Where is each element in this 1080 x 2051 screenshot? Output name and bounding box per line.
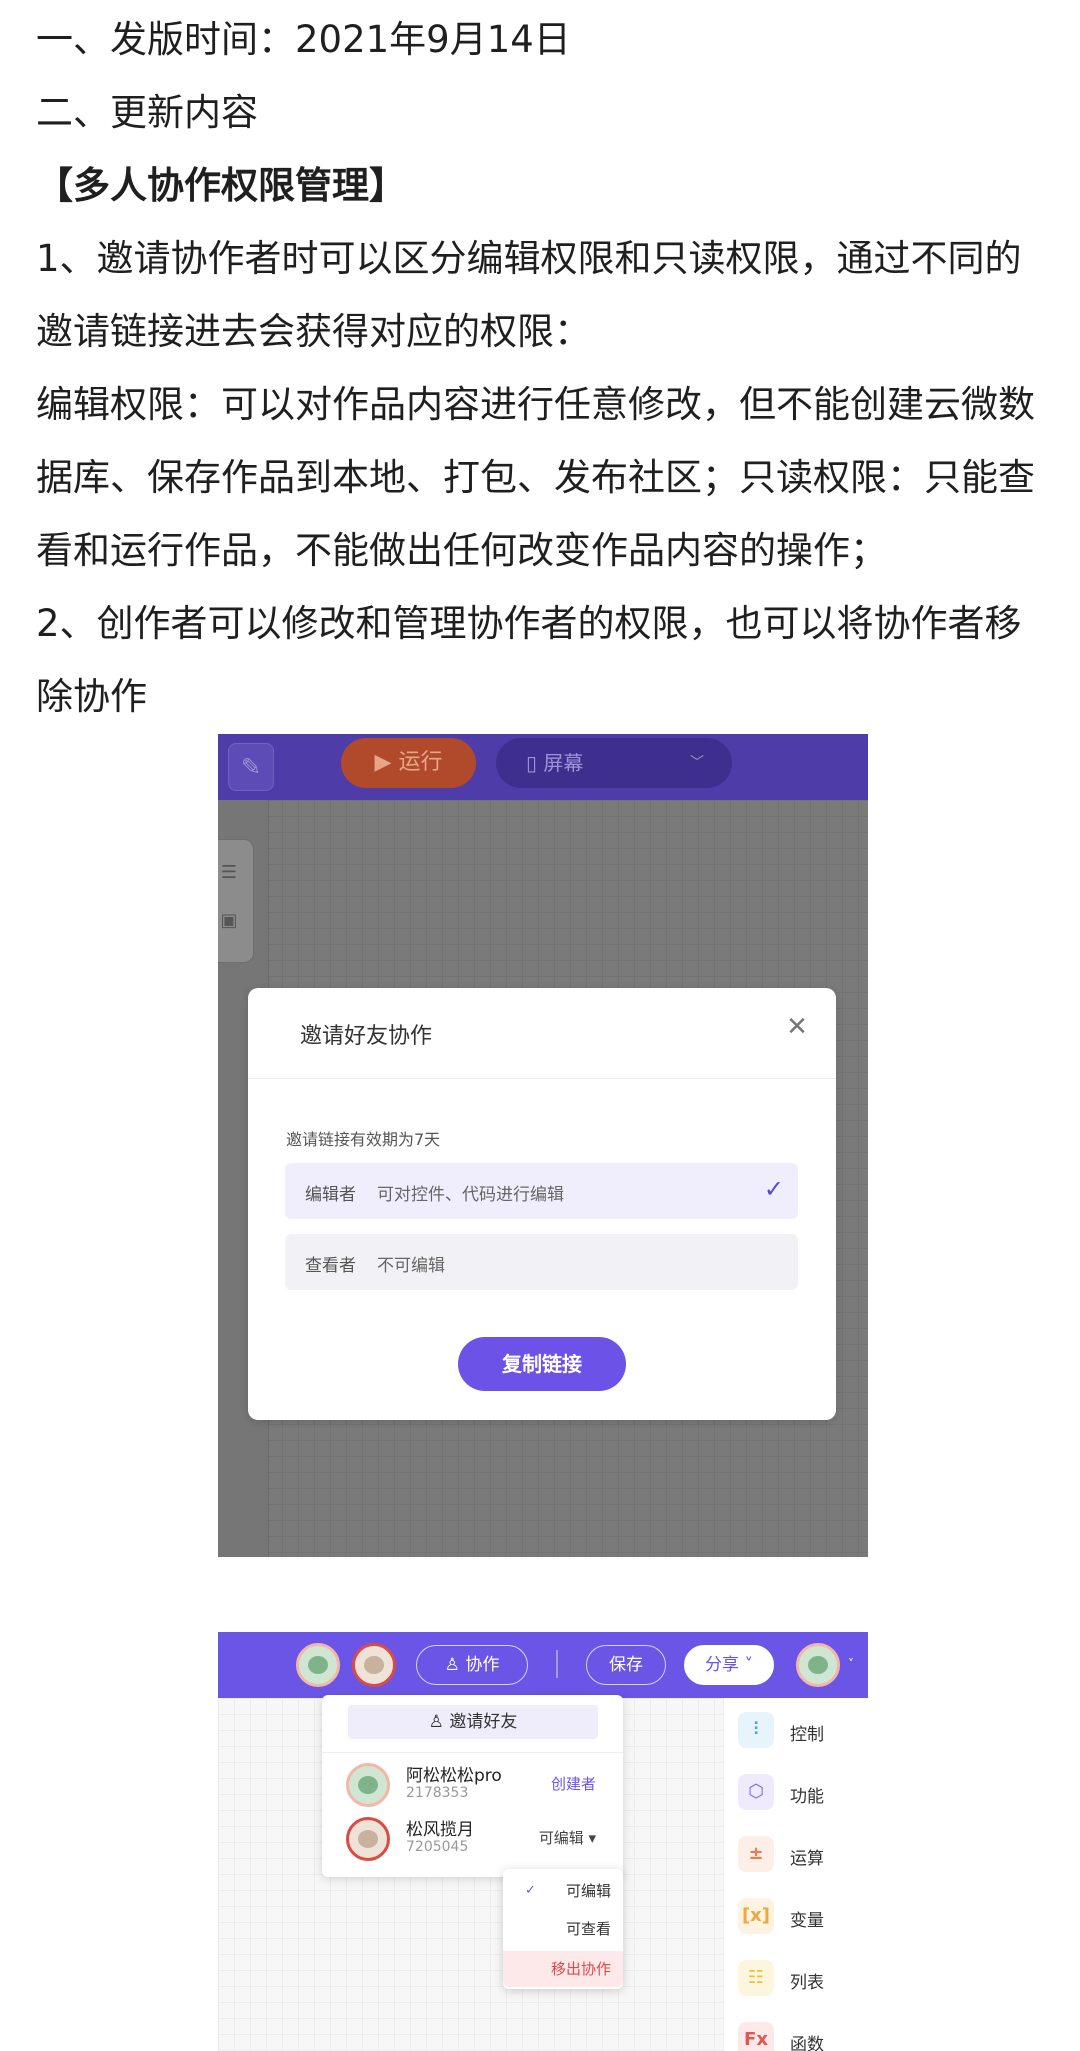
avatar-face-icon bbox=[808, 1656, 828, 1674]
sidebar-item-label: 功能 bbox=[790, 1787, 824, 1807]
chevron-down-icon: ˅ bbox=[739, 1655, 753, 1675]
block-category-sidebar: ⫶ 控制 ⬡ 功能 ± 运算 [x] 变量 ☷ 列表 Fx 函数 bbox=[723, 1698, 868, 2051]
menu-item-editable[interactable]: ✓ 可编辑 bbox=[503, 1873, 623, 1909]
avatar-face-icon bbox=[358, 1830, 378, 1848]
menu-item-remove[interactable]: 移出协作 bbox=[503, 1951, 623, 1987]
user-icon: ♙ bbox=[428, 1712, 450, 1732]
update-content-heading: 二、更新内容 bbox=[36, 91, 258, 134]
collaborate-label: 协作 bbox=[465, 1655, 500, 1675]
collaborator-dropdown: ♙ 邀请好友 阿松松松pro 2178353 创建者 松风揽月 7205045 … bbox=[322, 1695, 623, 1877]
option-key: 查看者 bbox=[305, 1256, 356, 1276]
list-item: 阿松松松pro 2178353 创建者 bbox=[346, 1761, 606, 1811]
edit-icon[interactable]: ✎ bbox=[228, 743, 274, 791]
run-button[interactable]: ▶ 运行 bbox=[341, 738, 476, 788]
sliders-icon: ⫶ bbox=[738, 1712, 774, 1748]
permission-menu: ✓ 可编辑 可查看 移出协作 bbox=[503, 1869, 623, 1989]
link-validity-note: 邀请链接有效期为7天 bbox=[286, 1130, 441, 1149]
calculator-icon: ± bbox=[738, 1836, 774, 1872]
divider bbox=[322, 1752, 623, 1753]
avatar bbox=[346, 1763, 390, 1807]
menu-item-label: 可编辑 bbox=[565, 1882, 611, 1900]
check-icon: ✓ bbox=[525, 1883, 536, 1898]
save-button[interactable]: 保存 bbox=[586, 1645, 666, 1685]
screenshot-invite-modal: ✎ ▶ 运行 ▯ 屏幕 ﹀ ☰ ▣ 邀请好友协作 ✕ 邀请链接有效期为7天 编辑… bbox=[218, 734, 868, 1557]
avatar-face-icon bbox=[364, 1656, 384, 1674]
option-key: 编辑者 bbox=[305, 1185, 356, 1205]
close-icon[interactable]: ✕ bbox=[784, 1014, 810, 1040]
option-editor[interactable]: 编辑者 可对控件、代码进行编辑 ✓ bbox=[285, 1163, 798, 1219]
hexagon-icon: ⬡ bbox=[738, 1774, 774, 1810]
menu-item-label: 移出协作 bbox=[550, 1960, 611, 1978]
avatar[interactable] bbox=[796, 1643, 840, 1687]
avatar[interactable] bbox=[296, 1643, 340, 1687]
tool-panel: ☰ ▣ bbox=[218, 839, 254, 963]
collaborate-button[interactable]: ♙ 协作 bbox=[416, 1645, 528, 1685]
check-icon: ✓ bbox=[763, 1175, 784, 1203]
member-id: 7205045 bbox=[406, 1839, 469, 1855]
sidebar-item-label: 变量 bbox=[790, 1911, 824, 1931]
copy-link-button[interactable]: 复制链接 bbox=[458, 1337, 626, 1391]
sidebar-item-label: 函数 bbox=[790, 2035, 824, 2051]
divider bbox=[556, 1650, 558, 1678]
list-icon: ☷ bbox=[738, 1960, 774, 1996]
member-id: 2178353 bbox=[406, 1785, 469, 1801]
screenshot-collaborator-menu: ♙ 协作 保存 分享 ˅ ˅ ⫶ 控制 ⬡ 功能 ± 运算 [x] 变量 ☷ 列… bbox=[218, 1632, 868, 2051]
feature-title: 【多人协作权限管理】 bbox=[36, 164, 406, 207]
share-label: 分享 bbox=[705, 1655, 740, 1675]
paragraph-invite-permissions: 1、邀请协作者时可以区分编辑权限和只读权限，通过不同的邀请链接进去会获得对应的权… bbox=[36, 237, 1022, 353]
variable-icon: [x] bbox=[738, 1898, 774, 1934]
box-icon[interactable]: ▣ bbox=[218, 910, 241, 934]
editor-toolbar: ♙ 协作 保存 分享 ˅ ˅ bbox=[218, 1632, 868, 1698]
invite-dialog: 邀请好友协作 ✕ 邀请链接有效期为7天 编辑者 可对控件、代码进行编辑 ✓ 查看… bbox=[248, 988, 836, 1420]
release-date: 一、发版时间：2021年9月14日 bbox=[36, 18, 571, 61]
paragraph-permission-details: 编辑权限：可以对作品内容进行任意修改，但不能创建云微数据库、保存作品到本地、打包… bbox=[36, 383, 1035, 572]
member-role-select[interactable]: 可编辑 ▾ bbox=[539, 1827, 596, 1848]
user-icon: ♙ bbox=[444, 1655, 466, 1675]
dialog-header: 邀请好友协作 ✕ bbox=[248, 988, 836, 1079]
sidebar-item-label: 列表 bbox=[790, 1973, 824, 1993]
member-role: 创建者 bbox=[550, 1775, 596, 1793]
option-desc: 不可编辑 bbox=[377, 1256, 445, 1276]
list-item: 松风揽月 7205045 可编辑 ▾ bbox=[346, 1815, 606, 1865]
avatar-face-icon bbox=[358, 1776, 378, 1794]
phone-icon: ▯ bbox=[526, 751, 544, 775]
editor-toolbar: ✎ ▶ 运行 ▯ 屏幕 ﹀ bbox=[218, 734, 868, 800]
option-viewer[interactable]: 查看者 不可编辑 bbox=[285, 1234, 798, 1290]
avatar bbox=[346, 1817, 390, 1861]
sliders-icon[interactable]: ☰ bbox=[218, 862, 241, 886]
dialog-title: 邀请好友协作 bbox=[300, 1024, 433, 1049]
member-name: 阿松松松pro bbox=[406, 1766, 502, 1786]
share-button[interactable]: 分享 ˅ bbox=[684, 1645, 774, 1685]
fx-icon: Fx bbox=[738, 2022, 774, 2051]
member-name: 松风揽月 bbox=[406, 1820, 474, 1840]
chevron-down-icon[interactable]: ˅ bbox=[848, 1657, 854, 1671]
paragraph-manage-collaborators: 2、创作者可以修改和管理协作者的权限，也可以将协作者移除协作 bbox=[36, 602, 1022, 718]
option-desc: 可对控件、代码进行编辑 bbox=[377, 1185, 564, 1205]
menu-item-viewable[interactable]: 可查看 bbox=[503, 1911, 623, 1947]
screen-select-label: 屏幕 bbox=[543, 751, 584, 775]
menu-item-label: 可查看 bbox=[565, 1920, 611, 1938]
avatar-face-icon bbox=[308, 1656, 328, 1674]
screen-select[interactable]: ▯ 屏幕 ﹀ bbox=[496, 738, 732, 788]
sidebar-item-label: 运算 bbox=[790, 1849, 824, 1869]
sidebar-item-label: 控制 bbox=[790, 1725, 824, 1745]
invite-friends-label: 邀请好友 bbox=[449, 1712, 518, 1732]
invite-friends-button[interactable]: ♙ 邀请好友 bbox=[348, 1705, 598, 1739]
avatar[interactable] bbox=[352, 1643, 396, 1687]
chevron-down-icon: ﹀ bbox=[690, 755, 704, 771]
